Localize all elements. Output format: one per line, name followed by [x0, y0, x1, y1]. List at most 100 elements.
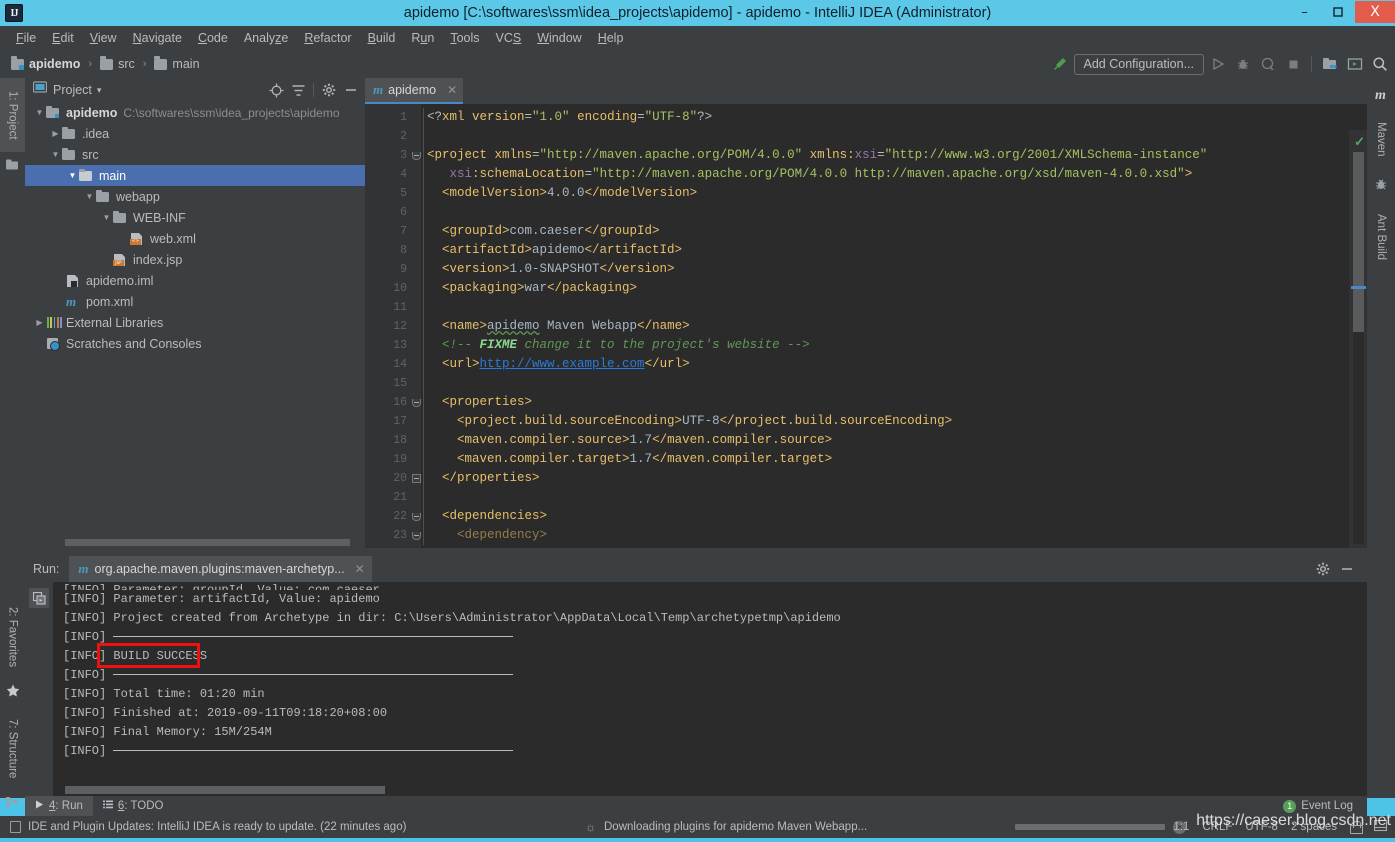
minimize-button[interactable]: –	[1289, 1, 1320, 23]
run-icon[interactable]	[1207, 53, 1229, 75]
run-coverage-icon[interactable]	[1257, 53, 1279, 75]
sidebar-item-structure[interactable]: 7: Structure	[0, 708, 25, 790]
file-encoding[interactable]: UTF-8	[1245, 821, 1278, 833]
project-panel-horizontal-scrollbar[interactable]	[65, 539, 350, 546]
sidebar-item-project[interactable]: 1: Project	[0, 78, 25, 152]
project-tree[interactable]: ▼ apidemo C:\softwares\ssm\idea_projects…	[25, 102, 365, 538]
line-separator[interactable]: CRLF	[1202, 821, 1232, 833]
sidebar-item-favorites[interactable]: 2: Favorites	[0, 594, 25, 680]
tree-item-idea[interactable]: ▶ .idea	[25, 123, 365, 144]
tree-item-main[interactable]: ▼ main	[25, 165, 365, 186]
tree-item-web-xml[interactable]: <> web.xml	[25, 228, 365, 249]
close-icon[interactable]: ✕	[447, 83, 457, 97]
run-tool-window: Run: m org.apache.maven.plugins:maven-ar…	[25, 556, 1367, 798]
view-mode-icon[interactable]	[1373, 819, 1388, 835]
tree-item-webapp[interactable]: ▼ webapp	[25, 186, 365, 207]
tree-item-src[interactable]: ▼ src	[25, 144, 365, 165]
editor-tab-apidemo[interactable]: m apidemo ✕	[365, 78, 464, 104]
menu-item-refactor[interactable]: Refactor	[296, 29, 359, 47]
sidebar-item-maven[interactable]: Maven	[1368, 106, 1394, 172]
tree-item-apidemo-iml[interactable]: apidemo.iml	[25, 270, 365, 291]
tree-item-pom-xml[interactable]: m pom.xml	[25, 291, 365, 312]
expand-arrow-icon[interactable]: ▶	[49, 127, 62, 140]
menu-item-tools[interactable]: Tools	[442, 29, 487, 47]
gear-icon[interactable]	[319, 80, 339, 100]
collapse-all-icon[interactable]	[288, 80, 308, 100]
expand-arrow-icon[interactable]: ▼	[100, 211, 113, 224]
stop-icon[interactable]	[1282, 53, 1304, 75]
line-number: 20	[393, 472, 407, 485]
console-line-separator: [INFO]	[53, 742, 1367, 761]
menu-item-vcs[interactable]: VCS	[488, 29, 530, 47]
code-editor[interactable]: 1 2 3 4 5 6 7 8 9 10 11 12 13 14 15 16 1…	[365, 104, 1367, 548]
expand-arrow-icon[interactable]: ▼	[33, 106, 46, 119]
breadcrumb-item-apidemo[interactable]: apidemo	[8, 56, 83, 72]
hammer-icon[interactable]	[1049, 53, 1071, 75]
tree-item-external-libraries[interactable]: ▶ External Libraries	[25, 312, 365, 333]
search-icon[interactable]	[1369, 53, 1391, 75]
menu-item-build[interactable]: Build	[360, 29, 404, 47]
fold-marker-dependency[interactable]	[409, 526, 423, 545]
indent-setting[interactable]: 2 spaces	[1291, 821, 1337, 833]
run-tab-maven-archetype[interactable]: m org.apache.maven.plugins:maven-archety…	[69, 556, 372, 582]
menu-item-help[interactable]: Help	[590, 29, 632, 47]
console-output[interactable]: [INFO] Parameter: groupId, Value: com.ca…	[53, 582, 1367, 798]
gear-icon[interactable]	[1313, 559, 1333, 579]
event-log-button[interactable]: 1 Event Log	[1283, 799, 1367, 813]
menu-item-view[interactable]: View	[82, 29, 125, 47]
project-structure-icon[interactable]	[1319, 53, 1341, 75]
tree-item-apidemo[interactable]: ▼ apidemo C:\softwares\ssm\idea_projects…	[25, 102, 365, 123]
expand-arrow-icon[interactable]: ▼	[49, 148, 62, 161]
breadcrumb-item-src[interactable]: src	[97, 56, 138, 72]
fold-marker-properties-end[interactable]	[409, 469, 423, 488]
maximize-button[interactable]	[1322, 1, 1353, 23]
expand-arrow-icon[interactable]: ▶	[33, 316, 46, 329]
expand-arrow-icon[interactable]: ▼	[83, 190, 96, 203]
hide-icon[interactable]	[341, 80, 361, 100]
select-run-icon[interactable]	[1344, 53, 1366, 75]
fold-marker-dependencies[interactable]	[409, 507, 423, 526]
tree-item-scratches-and-consoles[interactable]: Scratches and Consoles	[25, 333, 365, 354]
lock-icon[interactable]	[1350, 820, 1363, 834]
menu-item-edit[interactable]: Edit	[44, 29, 82, 47]
editor-scroll-thumb[interactable]	[1353, 152, 1364, 332]
sidebar-item-ant-build[interactable]: Ant Build	[1368, 196, 1394, 278]
fold-marker-properties[interactable]	[409, 393, 423, 412]
inspection-status-icon[interactable]: ✓	[1354, 134, 1365, 150]
soft-wrap-icon[interactable]	[29, 588, 49, 608]
tab-run[interactable]: 4: Run	[25, 796, 93, 816]
menu-item-file[interactable]: File	[8, 29, 44, 47]
tab-todo[interactable]: 6: TODO	[93, 796, 174, 816]
event-log-badge: 1	[1283, 799, 1297, 813]
line-number: 1	[400, 111, 407, 124]
code-line: <dependency>	[457, 528, 548, 542]
folder-icon	[154, 56, 168, 70]
debug-icon[interactable]	[1232, 53, 1254, 75]
tree-item-web-inf[interactable]: ▼ WEB-INF	[25, 207, 365, 228]
locate-icon[interactable]	[266, 80, 286, 100]
close-button[interactable]: X	[1355, 1, 1395, 23]
console-horizontal-scrollbar[interactable]	[65, 786, 385, 794]
scratches-icon	[46, 337, 61, 351]
close-icon[interactable]: ✕	[355, 562, 365, 576]
console-vertical-scrollbar[interactable]	[1355, 584, 1365, 784]
expand-arrow-icon[interactable]: ▼	[66, 169, 79, 182]
add-configuration-button[interactable]: Add Configuration...	[1073, 53, 1204, 75]
menu-item-run[interactable]: Run	[403, 29, 442, 47]
hide-icon[interactable]	[1337, 559, 1357, 579]
fold-marker-project[interactable]	[409, 146, 423, 165]
menu-item-navigate[interactable]: Navigate	[125, 29, 190, 47]
menu-item-window[interactable]: Window	[529, 29, 589, 47]
right-tool-strip: m Maven Ant Build	[1367, 78, 1395, 798]
tree-item-index-jsp[interactable]: JSP index.jsp	[25, 249, 365, 270]
status-message-area[interactable]: IDE and Plugin Updates: IntelliJ IDEA is…	[0, 821, 406, 833]
breadcrumb-item-main[interactable]: main	[151, 56, 202, 72]
horizontal-splitter[interactable]	[25, 548, 1367, 556]
menu-item-code[interactable]: Code	[190, 29, 236, 47]
chevron-down-icon[interactable]: ▾	[97, 85, 102, 96]
menu-item-analyze[interactable]: Analyze	[236, 29, 296, 47]
code-line: <?xml version="1.0" encoding="UTF-8"?>	[427, 110, 713, 124]
caret-position[interactable]: 1:1	[1173, 821, 1189, 833]
code-line: <!-- FIXME change it to the project's we…	[442, 338, 810, 352]
